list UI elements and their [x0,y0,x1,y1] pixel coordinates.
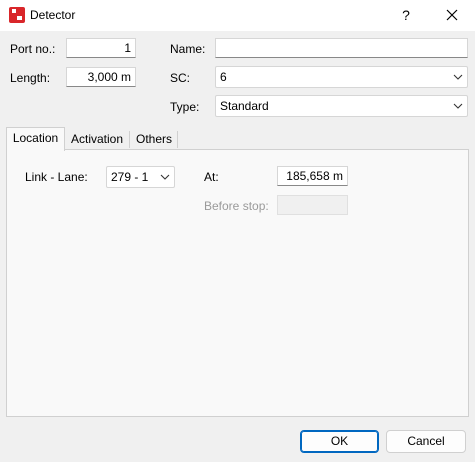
at-label: At: [204,170,219,184]
type-select-value: Standard [220,99,269,113]
length-label: Length: [10,71,51,85]
sc-label: SC: [170,71,191,85]
link-lane-value: 279 - 1 [111,170,149,184]
type-label: Type: [170,100,200,114]
close-icon [446,9,458,21]
at-input[interactable]: 185,658 m [277,166,348,186]
port-no-input[interactable]: 1 [66,38,136,58]
link-lane-select[interactable]: 279 - 1 [106,166,175,188]
window-title: Detector [30,8,76,22]
chevron-down-icon [453,103,463,109]
length-input[interactable]: 3,000 m [66,67,136,87]
help-button[interactable]: ? [396,4,416,26]
cancel-button[interactable]: Cancel [386,430,466,453]
before-stop-label: Before stop: [204,199,269,213]
tab-location[interactable]: Location [6,127,65,151]
chevron-down-icon [160,174,170,180]
ok-button[interactable]: OK [300,430,379,453]
tab-separator [177,131,178,148]
tab-separator [129,131,130,148]
sc-select[interactable]: 6 [215,66,468,88]
sc-select-value: 6 [220,70,227,84]
before-stop-input [277,195,348,215]
chevron-down-icon [453,74,463,80]
title-bar: Detector ? [0,0,475,31]
tab-others[interactable]: Others [131,129,177,149]
link-lane-label: Link - Lane: [25,170,88,184]
type-select[interactable]: Standard [215,95,468,117]
name-input[interactable] [215,38,468,58]
app-icon [9,7,25,23]
location-tab-panel [6,149,469,417]
close-button[interactable] [438,4,466,26]
port-no-label: Port no.: [10,42,56,56]
tab-activation[interactable]: Activation [66,129,128,149]
name-label: Name: [170,42,206,56]
